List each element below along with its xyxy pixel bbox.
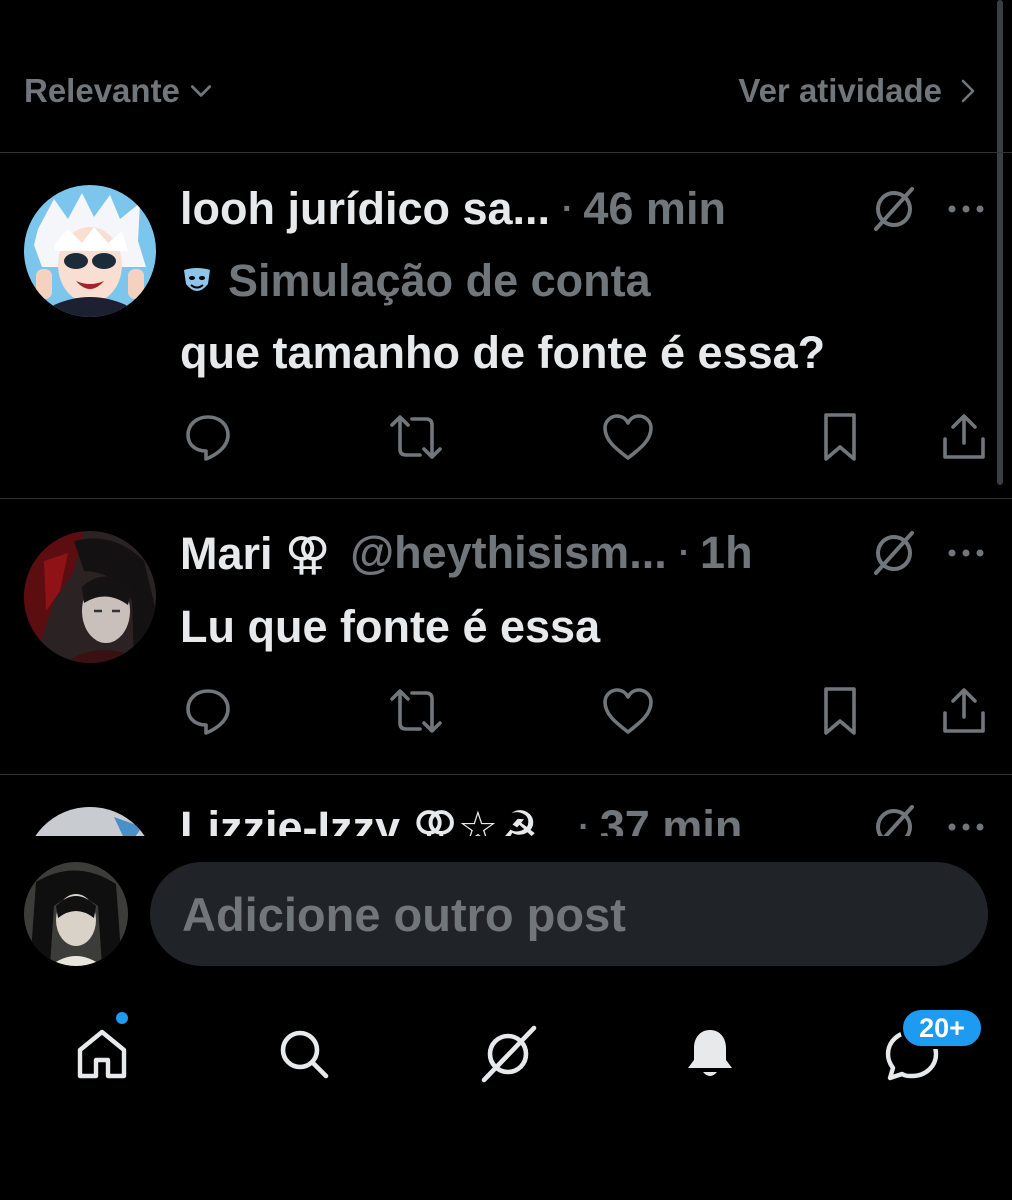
heart-icon [603,414,653,460]
reply-icon [186,689,230,735]
messages-badge: 20+ [900,1007,984,1049]
replies-sort-bar: Relevante Ver atividade [0,0,1012,153]
share-icon [943,414,985,459]
timestamp[interactable]: 1h [700,527,753,579]
sort-label: Relevante [24,72,180,109]
display-name[interactable]: Mari ⚢ [180,527,330,580]
reply-input[interactable] [150,862,988,966]
current-user-avatar[interactable] [24,862,128,966]
share-button[interactable] [936,683,992,739]
post-header: looh jurídico sa... · 46 min [180,181,726,237]
bottom-navigation [0,984,1012,1200]
avatar[interactable] [24,185,156,317]
repost-button[interactable] [388,683,444,739]
post-header: Mari ⚢ @heythisism... · 1h [180,525,753,581]
post-actions [0,409,1012,469]
avatar-image [24,531,156,663]
handle[interactable]: @heythisism... [350,527,666,579]
like-button[interactable] [600,683,656,739]
more-options-icon[interactable] [944,183,988,235]
nav-notifications[interactable] [674,1018,746,1090]
search-icon [280,1030,329,1079]
reply-button[interactable] [180,683,236,739]
reply-thread-screen: Relevante Ver atividade looh jurídico sa… [0,0,1012,1200]
notifications-icon [688,1030,732,1076]
bookmark-icon [824,413,856,461]
heart-icon [603,688,653,734]
share-button[interactable] [936,409,992,465]
nav-grok[interactable] [472,1018,544,1090]
like-button[interactable] [600,409,656,465]
repost-icon [390,689,442,733]
account-label-text: Simulação de conta [228,255,651,306]
home-icon [77,1029,127,1079]
view-activity-link[interactable]: Ver atividade [738,70,980,112]
parody-mask-icon [184,268,210,291]
reply-post[interactable]: looh jurídico sa... · 46 min Simulação d… [0,153,1012,499]
separator-dot: · [562,189,574,228]
post-actions [0,683,1012,743]
reply-button[interactable] [180,409,236,465]
bookmark-button[interactable] [812,409,868,465]
post-text: Lu que fonte é essa [180,599,600,655]
separator-dot: · [678,533,691,572]
nav-search[interactable] [268,1018,340,1090]
repost-icon [390,415,442,459]
chevron-down-icon [190,85,211,97]
post-text-content: Lu que fonte é essa [180,601,601,652]
nav-home[interactable] [66,1018,138,1090]
bookmark-button[interactable] [812,683,868,739]
grok-icon[interactable] [868,183,920,235]
home-notification-dot [116,1012,128,1024]
chevron-right-icon [961,79,975,103]
reply-composer [0,836,1012,984]
grok-icon [481,1025,537,1083]
post-text-content: que tamanho de fonte é essa? [180,327,826,378]
account-label: Simulação de conta [180,253,651,309]
reply-post[interactable]: Mari ⚢ @heythisism... · 1h Lu que fonte … [0,499,1012,775]
repost-button[interactable] [388,409,444,465]
display-name[interactable]: looh jurídico sa... [180,183,550,235]
post-text: que tamanho de fonte é essa? [180,325,825,381]
avatar-image [24,862,128,966]
timestamp[interactable]: 46 min [583,183,726,235]
grok-icon[interactable] [868,527,920,579]
avatar-image [24,185,156,317]
reply-icon [186,415,230,461]
share-icon [943,688,985,733]
bookmark-icon [824,687,856,735]
view-activity-label: Ver atividade [738,72,942,109]
more-options-icon[interactable] [944,527,988,579]
avatar[interactable] [24,531,156,663]
sort-dropdown[interactable]: Relevante [24,70,214,112]
